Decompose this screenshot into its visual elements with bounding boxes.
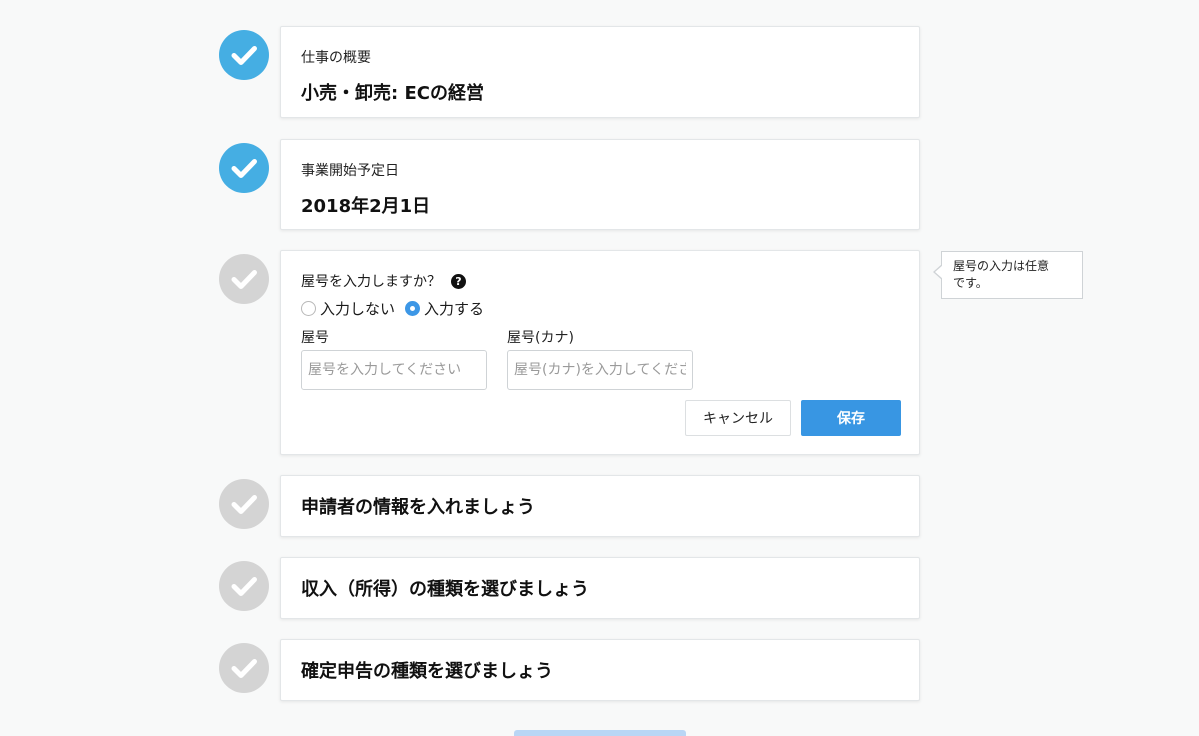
check-icon	[231, 577, 257, 596]
cancel-button[interactable]: キャンセル	[685, 400, 791, 436]
check-icon	[231, 659, 257, 678]
step-5-check-icon	[219, 561, 269, 611]
tooltip-line-2: です。	[953, 276, 988, 290]
check-icon	[231, 270, 257, 289]
tooltip-line-1: 屋号の入力は任意	[953, 259, 1050, 273]
step-6-card[interactable]: 確定申告の種類を選びましょう	[280, 639, 920, 701]
trade-name-input[interactable]	[301, 350, 487, 390]
step-1-card[interactable]: 仕事の概要 小売・卸売: ECの経営	[280, 26, 920, 118]
step-2-label: 事業開始予定日	[301, 163, 399, 179]
question-icon[interactable]: ?	[451, 273, 466, 289]
step-5-card[interactable]: 収入（所得）の種類を選びましょう	[280, 557, 920, 619]
step-4-title: 申請者の情報を入れましょう	[301, 497, 535, 518]
check-icon	[231, 46, 257, 65]
step-2-card[interactable]: 事業開始予定日 2018年2月1日	[280, 139, 920, 230]
page: 仕事の概要 小売・卸売: ECの経営 事業開始予定日 2018年2月1日 屋号を…	[0, 0, 1199, 736]
step-1-label: 仕事の概要	[301, 50, 371, 66]
trade-name-kana-label: 屋号(カナ)	[507, 330, 574, 346]
save-button[interactable]: 保存	[801, 400, 901, 436]
radio-input-label[interactable]: 入力する	[424, 298, 484, 319]
radio-no-input[interactable]	[301, 301, 316, 316]
step-1-value: 小売・卸売: ECの経営	[301, 83, 484, 104]
trade-name-tooltip: 屋号の入力は任意 です。	[933, 251, 1083, 299]
step-2-value: 2018年2月1日	[301, 196, 431, 217]
step-5-title: 収入（所得）の種類を選びましょう	[301, 579, 589, 600]
check-icon	[231, 159, 257, 178]
step-3-card: 屋号を入力しますか？ ? 入力しない 入力する 屋号 屋号(カナ) キャンセル …	[280, 250, 920, 455]
step-4-check-icon	[219, 479, 269, 529]
step-4-card[interactable]: 申請者の情報を入れましょう	[280, 475, 920, 537]
step-6-check-icon	[219, 643, 269, 693]
check-icon	[231, 495, 257, 514]
step-1-check-icon	[219, 30, 269, 80]
step-3-check-icon	[219, 254, 269, 304]
step-2-check-icon	[219, 143, 269, 193]
trade-name-radio-group: 入力しない 入力する	[301, 298, 490, 319]
question-row: 屋号を入力しますか？ ?	[301, 271, 466, 291]
question-label: 屋号を入力しますか？	[301, 274, 441, 290]
submit-button-partial[interactable]	[514, 730, 686, 736]
trade-name-label: 屋号	[301, 330, 329, 346]
step-6-title: 確定申告の種類を選びましょう	[301, 661, 553, 682]
radio-input[interactable]	[405, 301, 421, 316]
trade-name-kana-input[interactable]	[507, 350, 693, 390]
radio-no-input-label[interactable]: 入力しない	[320, 298, 395, 319]
